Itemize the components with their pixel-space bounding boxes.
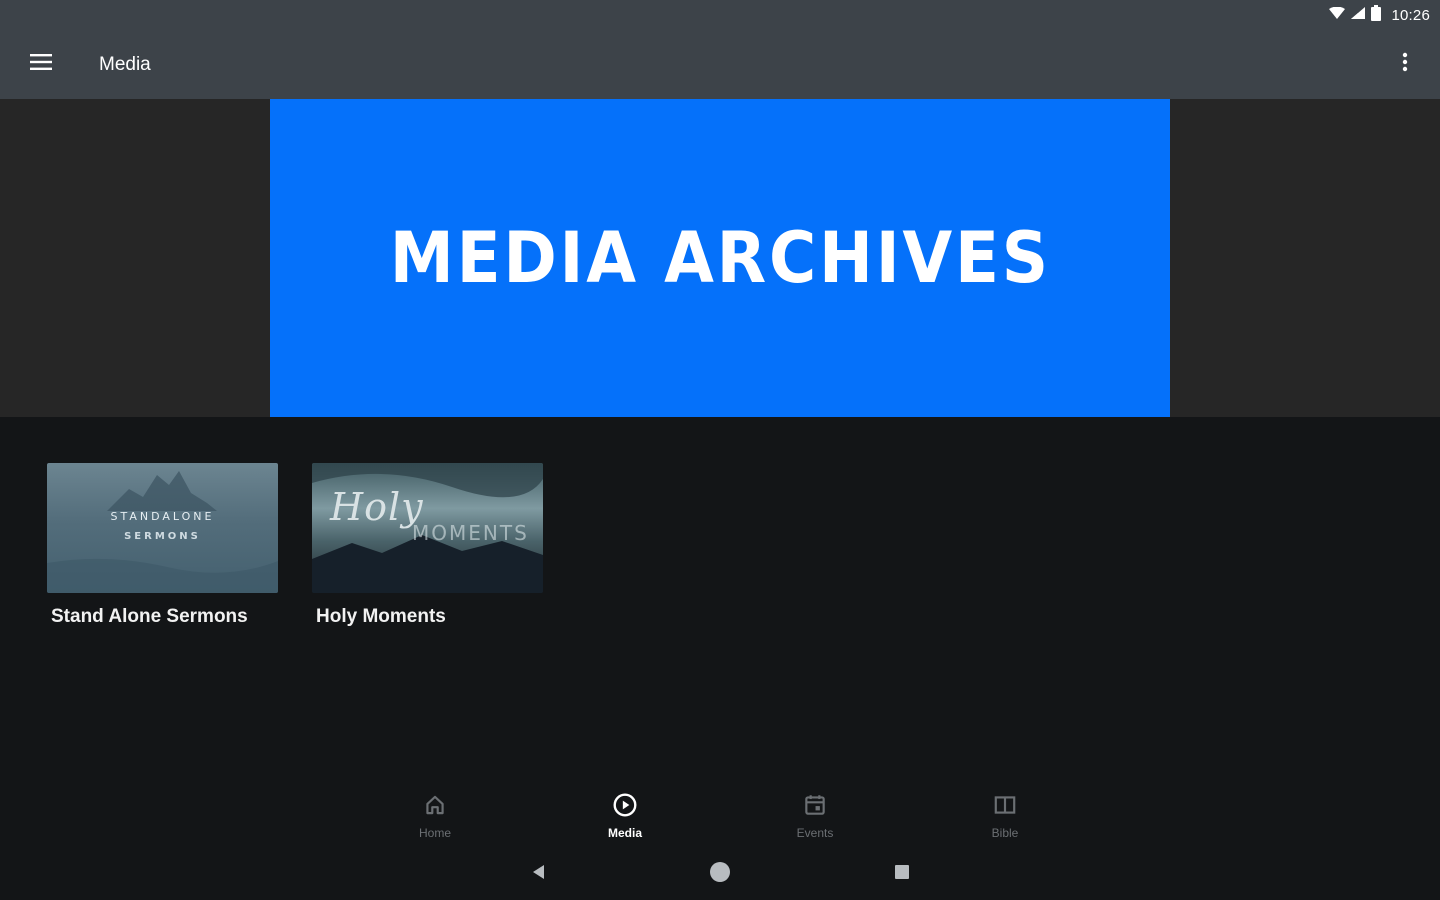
signal-icon <box>1351 6 1366 24</box>
status-time: 10:26 <box>1391 6 1430 24</box>
back-icon <box>531 864 545 885</box>
system-navigation-bar <box>0 850 1440 896</box>
mountain-graphic <box>47 471 278 593</box>
status-bar: 10:26 <box>0 0 1440 30</box>
hero-section: MEDIA ARCHIVES <box>0 99 1440 417</box>
app-bar: Media <box>0 30 1440 99</box>
media-grid: STANDALONE SERMONS Stand Alone Sermons M… <box>47 463 543 628</box>
system-recents-button[interactable] <box>890 862 914 886</box>
thumbnail-script-text: Holy <box>330 485 424 529</box>
thumbnail-title-line2: SERMONS <box>124 531 201 542</box>
nav-label-bible: Bible <box>991 826 1019 840</box>
recents-icon <box>894 864 910 885</box>
media-card-label: Holy Moments <box>316 606 446 627</box>
book-icon <box>992 792 1018 823</box>
standalone-sermons-thumbnail: STANDALONE SERMONS <box>47 463 278 593</box>
battery-icon <box>1371 4 1382 26</box>
media-card-holy-moments[interactable]: MOMENTS Holy Holy Moments <box>312 463 543 628</box>
media-card-label: Stand Alone Sermons <box>51 606 248 627</box>
calendar-icon <box>802 792 828 823</box>
system-home-button[interactable] <box>708 861 732 888</box>
menu-button[interactable] <box>13 37 69 93</box>
nav-label-home: Home <box>418 826 451 840</box>
nav-label-media: Media <box>607 826 642 840</box>
nav-item-home[interactable]: Home <box>340 786 530 842</box>
thumbnail-caps-text: MOMENTS <box>412 521 529 545</box>
media-archives-banner[interactable]: MEDIA ARCHIVES <box>270 99 1170 417</box>
page-title: Media <box>99 53 151 75</box>
banner-title: MEDIA ARCHIVES <box>389 217 1051 299</box>
overflow-menu-button[interactable] <box>1383 37 1427 93</box>
nav-item-media[interactable]: Media <box>530 786 720 842</box>
wifi-icon <box>1329 6 1346 24</box>
home-icon <box>422 792 448 823</box>
nav-item-bible[interactable]: Bible <box>910 786 1100 842</box>
play-circle-icon <box>612 792 638 823</box>
thumbnail-title-line1: STANDALONE <box>110 510 215 523</box>
system-back-button[interactable] <box>526 862 550 886</box>
nav-item-events[interactable]: Events <box>720 786 910 842</box>
media-card-standalone-sermons[interactable]: STANDALONE SERMONS Stand Alone Sermons <box>47 463 278 628</box>
nav-label-events: Events <box>796 826 834 840</box>
bottom-navigation: Home Media Events Bible <box>340 786 1100 842</box>
hamburger-menu-icon <box>30 54 52 75</box>
home-circle-icon <box>709 861 731 888</box>
more-vert-icon <box>1402 52 1408 77</box>
holy-moments-thumbnail: MOMENTS Holy <box>312 463 543 593</box>
